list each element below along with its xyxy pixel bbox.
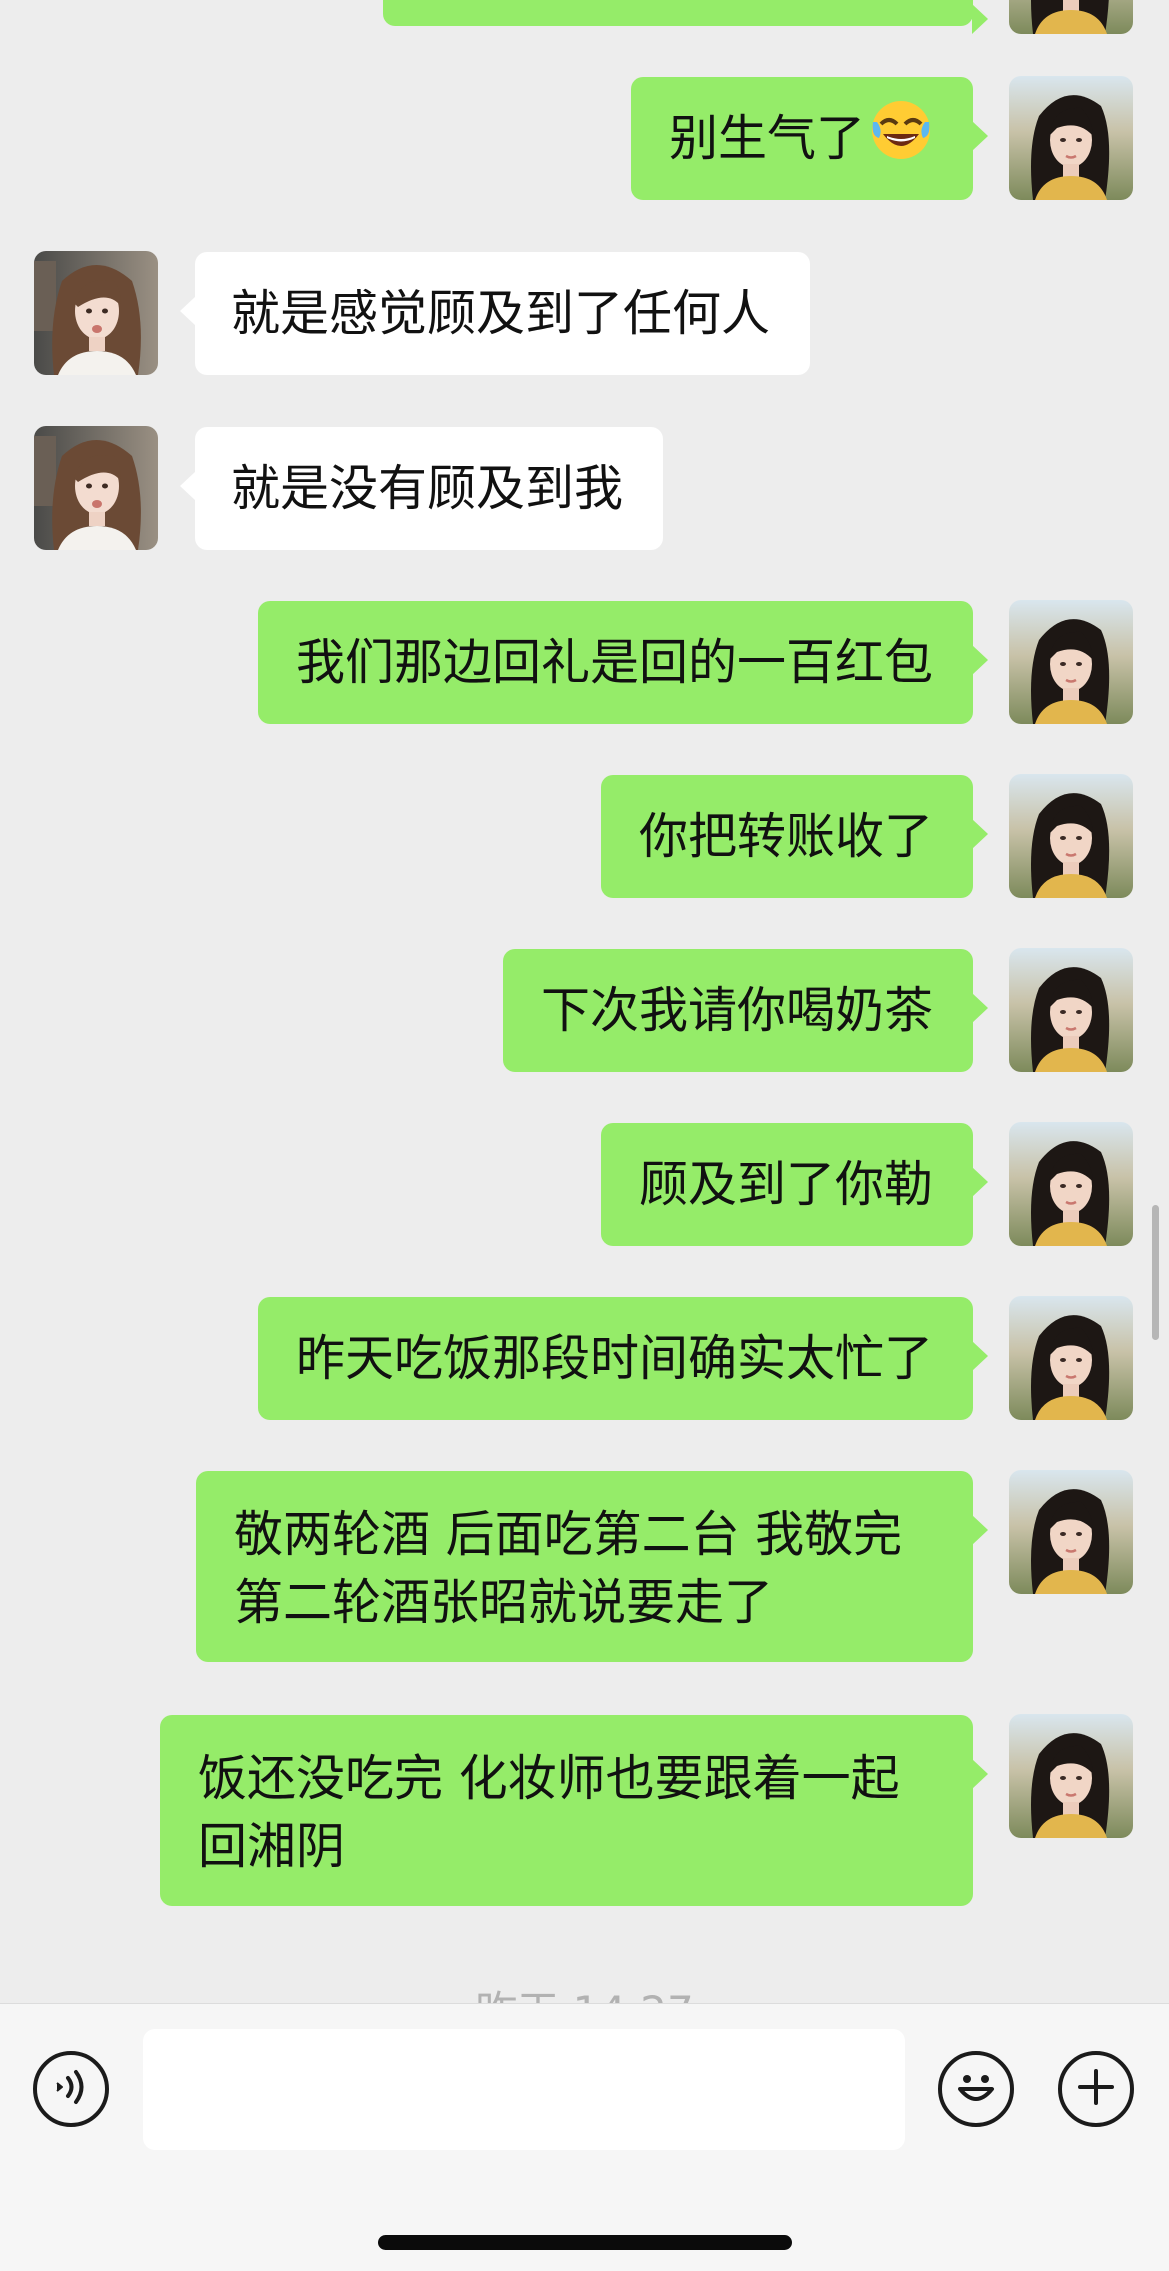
- message-bubble-incoming[interactable]: 就是感觉顾及到了任何人: [179, 252, 811, 375]
- message-text: 顾及到了你勒: [638, 1155, 933, 1213]
- smiley-face-icon: [951, 2062, 1001, 2116]
- message-text-line: 饭还没吃完 化妆师也要跟着一起: [198, 1749, 900, 1807]
- message-bubble-outgoing[interactable]: 敬两轮酒 后面吃第二台 我敬完 第二轮酒张昭就说要走了: [196, 1471, 988, 1662]
- message-bubble-outgoing[interactable]: 昨天吃饭那段时间确实太忙了: [257, 1297, 989, 1420]
- voice-button[interactable]: [33, 2051, 109, 2127]
- avatar-self[interactable]: [1009, 600, 1133, 724]
- message-text-line: 回湘阴: [198, 1817, 346, 1875]
- message-text: 我们那边回礼是回的一百红包: [295, 633, 933, 691]
- avatar-contact[interactable]: [34, 426, 158, 550]
- message-bubble-outgoing[interactable]: 你把转账收了: [600, 775, 989, 898]
- message-input[interactable]: [143, 2029, 905, 2150]
- message-text: 别生气了: [668, 109, 865, 167]
- more-button[interactable]: [1058, 2051, 1134, 2127]
- message-text-line: 第二轮酒张昭就说要走了: [234, 1573, 774, 1631]
- plus-icon: [1074, 2065, 1118, 2113]
- avatar-self[interactable]: [1009, 1470, 1133, 1594]
- home-indicator[interactable]: [378, 2235, 792, 2250]
- avatar-self[interactable]: [1009, 1714, 1133, 1838]
- message-bubble-outgoing-partial[interactable]: [383, 0, 988, 34]
- message-bubble-outgoing[interactable]: 顾及到了你勒: [600, 1123, 989, 1246]
- emoji-button[interactable]: [938, 2051, 1014, 2127]
- avatar-self[interactable]: [1009, 774, 1133, 898]
- avatar-contact[interactable]: [34, 251, 158, 375]
- message-text-line: 敬两轮酒 后面吃第二台 我敬完: [234, 1505, 903, 1563]
- message-text: 就是没有顾及到我: [231, 459, 624, 517]
- voice-wave-icon: [49, 2065, 93, 2113]
- message-bubble-outgoing[interactable]: 我们那边回礼是回的一百红包: [257, 601, 989, 724]
- timestamp: 昨天 14:27: [0, 1978, 1169, 2003]
- message-bubble-incoming[interactable]: 就是没有顾及到我: [179, 427, 664, 550]
- face-with-tears-of-joy-icon: [869, 98, 933, 180]
- chat-message-area[interactable]: 别生气了 就是感觉顾及到了任何人 就是没有顾及到我 我们那边回礼是回的一百红包 …: [0, 0, 1169, 2003]
- avatar-self[interactable]: [1009, 0, 1133, 34]
- message-bubble-outgoing[interactable]: 别生气了: [630, 77, 989, 200]
- message-bubble-outgoing[interactable]: 下次我请你喝奶茶: [502, 949, 989, 1072]
- avatar-self[interactable]: [1009, 948, 1133, 1072]
- avatar-self[interactable]: [1009, 1296, 1133, 1420]
- avatar-self[interactable]: [1009, 1122, 1133, 1246]
- message-text: 就是感觉顾及到了任何人: [231, 284, 771, 342]
- message-bubble-outgoing[interactable]: 饭还没吃完 化妆师也要跟着一起 回湘阴: [160, 1715, 988, 1906]
- message-text: 下次我请你喝奶茶: [540, 981, 933, 1039]
- message-text: 昨天吃饭那段时间确实太忙了: [295, 1329, 933, 1387]
- scrollbar[interactable]: [1152, 1205, 1159, 1340]
- input-bar: [0, 2003, 1169, 2271]
- avatar-self[interactable]: [1009, 76, 1133, 200]
- message-text: 你把转账收了: [638, 807, 933, 865]
